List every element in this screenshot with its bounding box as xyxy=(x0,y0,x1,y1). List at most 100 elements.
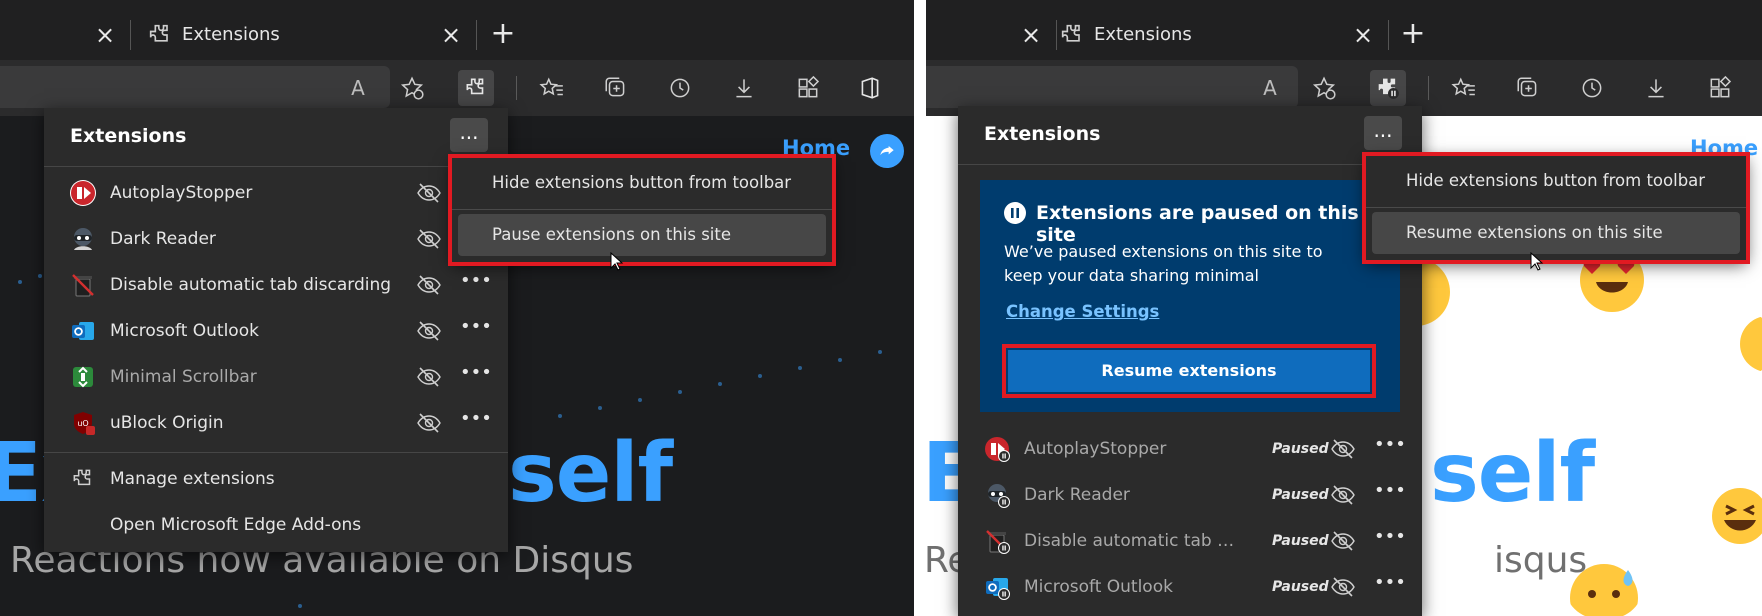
tab-separator xyxy=(130,20,131,50)
extensions-button[interactable] xyxy=(458,70,494,106)
hide-from-toolbar-icon[interactable] xyxy=(416,412,442,434)
extension-more-icon[interactable]: ••• xyxy=(460,316,492,344)
mouse-cursor-icon xyxy=(610,252,624,271)
open-addons-label: Open Microsoft Edge Add-ons xyxy=(110,515,362,535)
close-tab-icon[interactable]: × xyxy=(1016,20,1046,50)
history-icon[interactable] xyxy=(662,70,698,106)
close-tab-icon[interactable]: × xyxy=(90,20,120,50)
extension-row-autoplaystopper[interactable]: AutoplayStopper xyxy=(44,170,508,216)
hide-extensions-button-item[interactable]: Hide extensions button from toolbar xyxy=(458,162,826,204)
extensions-popup: Extensions ... Extensions are paused on … xyxy=(958,106,1422,616)
favorites-icon[interactable] xyxy=(1446,70,1482,106)
dark-reader-icon xyxy=(70,226,96,252)
apps-icon[interactable] xyxy=(1702,70,1738,106)
extension-row-dark-reader[interactable]: Dark Reader Paused ••• xyxy=(958,472,1422,518)
hide-from-toolbar-icon[interactable] xyxy=(416,182,442,204)
extensions-puzzle-icon xyxy=(1058,21,1086,49)
apps-icon[interactable] xyxy=(790,70,826,106)
left-browser-window: × Extensions × + A Home self Reactions n… xyxy=(0,0,914,616)
close-tab-icon[interactable]: × xyxy=(1348,20,1378,50)
popup-divider xyxy=(44,166,508,167)
extension-name: Microsoft Outlook xyxy=(110,321,259,341)
extension-more-icon[interactable]: ••• xyxy=(1374,572,1406,600)
history-icon[interactable] xyxy=(1574,70,1610,106)
extension-more-icon[interactable]: ••• xyxy=(1374,480,1406,508)
extension-row-outlook[interactable]: Microsoft Outlook ••• xyxy=(44,308,508,354)
hide-extensions-button-item[interactable]: Hide extensions button from toolbar xyxy=(1372,160,1740,202)
favorites-icon[interactable] xyxy=(534,70,570,106)
tab-title[interactable]: Extensions xyxy=(182,24,280,45)
pause-extensions-item[interactable]: Pause extensions on this site xyxy=(458,214,826,256)
extensions-puzzle-icon xyxy=(70,466,96,492)
hide-from-toolbar-icon[interactable] xyxy=(1330,576,1356,598)
extension-more-icon[interactable]: ••• xyxy=(460,362,492,390)
close-tab-icon[interactable]: × xyxy=(436,20,466,50)
new-tab-icon[interactable]: + xyxy=(486,18,520,52)
partial-emoji-icon xyxy=(1740,316,1762,372)
office-icon[interactable] xyxy=(852,70,888,106)
more-options-button[interactable]: ... xyxy=(1364,116,1402,150)
extensions-paused-button[interactable] xyxy=(1370,70,1406,106)
home-link[interactable]: Home xyxy=(782,136,850,160)
extension-more-icon[interactable]: ••• xyxy=(1374,526,1406,554)
tab-separator xyxy=(476,20,477,50)
extension-row-dark-reader[interactable]: Dark Reader xyxy=(44,216,508,262)
autoplaystopper-icon xyxy=(70,180,96,206)
resume-extensions-item[interactable]: Resume extensions on this site xyxy=(1372,212,1740,254)
change-settings-link[interactable]: Change Settings xyxy=(1006,302,1159,321)
manage-extensions-item[interactable]: Manage extensions xyxy=(44,456,508,502)
toolbar-separator xyxy=(1428,76,1429,100)
hide-from-toolbar-icon[interactable] xyxy=(1330,484,1356,506)
hide-from-toolbar-icon[interactable] xyxy=(416,228,442,250)
hide-from-toolbar-icon[interactable] xyxy=(416,366,442,388)
extension-row-outlook[interactable]: Microsoft Outlook Paused ••• xyxy=(958,564,1422,610)
resume-extensions-button[interactable]: Resume extensions xyxy=(1008,350,1370,392)
extension-row-tab-discarding[interactable]: Disable automatic tab discarding ••• xyxy=(44,262,508,308)
collections-icon[interactable] xyxy=(1510,70,1546,106)
extension-row-tab-discarding[interactable]: Disable automatic tab disc... Paused ••• xyxy=(958,518,1422,564)
mouse-cursor-icon xyxy=(1530,252,1544,271)
outlook-paused-icon xyxy=(984,574,1010,600)
extension-more-icon[interactable]: ••• xyxy=(460,408,492,436)
tab-strip: × Extensions × + xyxy=(0,0,914,68)
more-options-button[interactable]: ... xyxy=(450,118,488,152)
page-heading-fragment: self xyxy=(508,426,673,521)
extension-name: Dark Reader xyxy=(1024,485,1130,505)
extension-name: Microsoft Outlook xyxy=(1024,577,1173,597)
read-aloud-icon[interactable]: A xyxy=(340,70,376,106)
address-bar[interactable] xyxy=(0,66,390,108)
tab-title[interactable]: Extensions xyxy=(1094,24,1192,45)
extension-more-icon[interactable]: ••• xyxy=(1374,434,1406,462)
popup-divider xyxy=(958,164,1422,165)
extension-row-minimal-scrollbar[interactable]: Minimal Scrollbar ••• xyxy=(44,354,508,400)
open-addons-item[interactable]: Open Microsoft Edge Add-ons xyxy=(44,502,508,548)
new-tab-icon[interactable]: + xyxy=(1396,18,1430,52)
paused-label: Paused xyxy=(1272,441,1329,457)
hide-from-toolbar-icon[interactable] xyxy=(1330,530,1356,552)
laughing-emoji-icon xyxy=(1712,488,1762,544)
extension-name: AutoplayStopper xyxy=(1024,439,1167,459)
extensions-paused-banner: Extensions are paused on this site We’ve… xyxy=(980,180,1400,412)
collections-icon[interactable] xyxy=(598,70,634,106)
toolbar-separator xyxy=(516,76,517,100)
extension-row-ublock-origin[interactable]: uO uBlock Origin ••• xyxy=(44,400,508,446)
extension-name: AutoplayStopper xyxy=(110,183,253,203)
dark-reader-paused-icon xyxy=(984,482,1010,508)
add-favorite-icon[interactable] xyxy=(394,70,430,106)
add-favorite-icon[interactable] xyxy=(1306,70,1342,106)
ublock-origin-icon: uO xyxy=(70,410,96,436)
hide-from-toolbar-icon[interactable] xyxy=(1330,438,1356,460)
share-icon[interactable] xyxy=(870,134,904,168)
address-bar[interactable] xyxy=(926,66,1298,108)
tab-separator xyxy=(1056,20,1057,50)
extensions-puzzle-icon xyxy=(146,21,174,49)
read-aloud-icon[interactable]: A xyxy=(1252,70,1288,106)
downloads-icon[interactable] xyxy=(1638,70,1674,106)
hide-from-toolbar-icon[interactable] xyxy=(416,320,442,342)
minimal-scrollbar-icon xyxy=(70,364,96,390)
downloads-icon[interactable] xyxy=(726,70,762,106)
hide-from-toolbar-icon[interactable] xyxy=(416,274,442,296)
manage-extensions-label: Manage extensions xyxy=(110,469,275,489)
extension-row-autoplaystopper[interactable]: AutoplayStopper Paused ••• xyxy=(958,426,1422,472)
extension-more-icon[interactable]: ••• xyxy=(460,270,492,298)
